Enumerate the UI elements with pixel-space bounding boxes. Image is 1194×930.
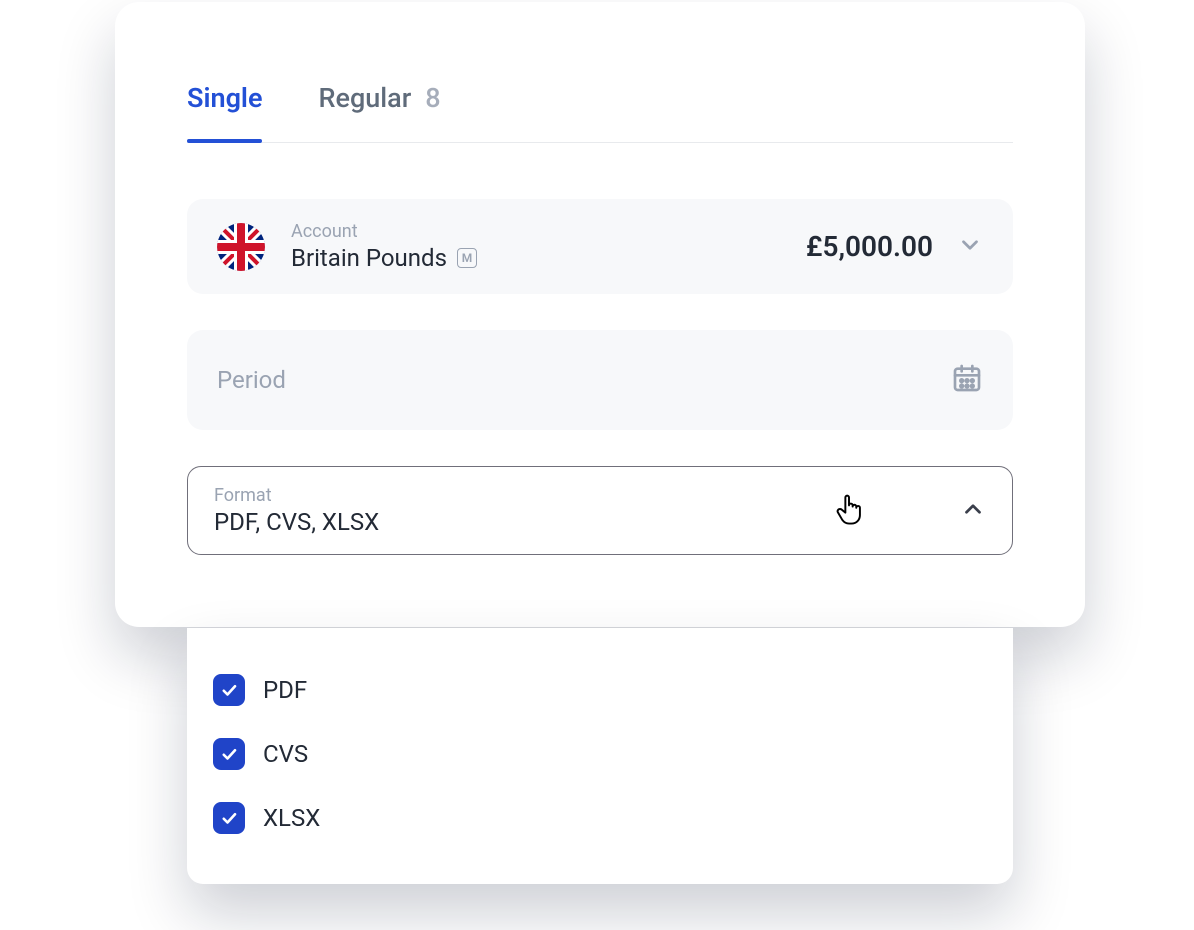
tab-regular[interactable]: Regular 8 bbox=[318, 82, 440, 142]
format-option-xlsx[interactable]: XLSX bbox=[213, 786, 987, 850]
account-label: Account bbox=[291, 221, 806, 242]
account-selector[interactable]: Account Britain Pounds M £5,000.00 bbox=[187, 199, 1013, 294]
format-option-cvs[interactable]: CVS bbox=[213, 722, 987, 786]
tab-regular-label: Regular bbox=[318, 82, 411, 114]
uk-flag-icon bbox=[217, 223, 265, 271]
chevron-up-icon bbox=[960, 496, 986, 526]
account-value: Britain Pounds M bbox=[291, 244, 806, 272]
period-label: Period bbox=[217, 366, 286, 394]
account-badge: M bbox=[457, 248, 477, 268]
format-selector[interactable]: Format PDF, CVS, XLSX bbox=[187, 466, 1013, 555]
format-option-pdf[interactable]: PDF bbox=[213, 658, 987, 722]
account-name: Britain Pounds bbox=[291, 244, 447, 272]
hand-cursor-icon bbox=[834, 492, 864, 530]
tab-regular-count: 8 bbox=[425, 82, 440, 114]
period-selector[interactable]: Period bbox=[187, 330, 1013, 430]
chevron-down-icon bbox=[957, 232, 983, 262]
checkbox-checked-icon bbox=[213, 738, 245, 770]
format-dropdown: PDF CVS XLSX bbox=[187, 628, 1013, 884]
format-option-label: PDF bbox=[263, 676, 307, 704]
tab-single-label: Single bbox=[187, 82, 262, 114]
format-option-label: CVS bbox=[263, 740, 308, 768]
calendar-icon bbox=[951, 362, 983, 398]
account-balance: £5,000.00 bbox=[806, 230, 933, 263]
tab-single[interactable]: Single bbox=[187, 82, 262, 142]
checkbox-checked-icon bbox=[213, 802, 245, 834]
export-card: Single Regular 8 Account Britain P bbox=[115, 2, 1085, 627]
format-option-label: XLSX bbox=[263, 804, 320, 832]
checkbox-checked-icon bbox=[213, 674, 245, 706]
tabs: Single Regular 8 bbox=[187, 82, 1013, 143]
account-text: Account Britain Pounds M bbox=[291, 221, 806, 272]
